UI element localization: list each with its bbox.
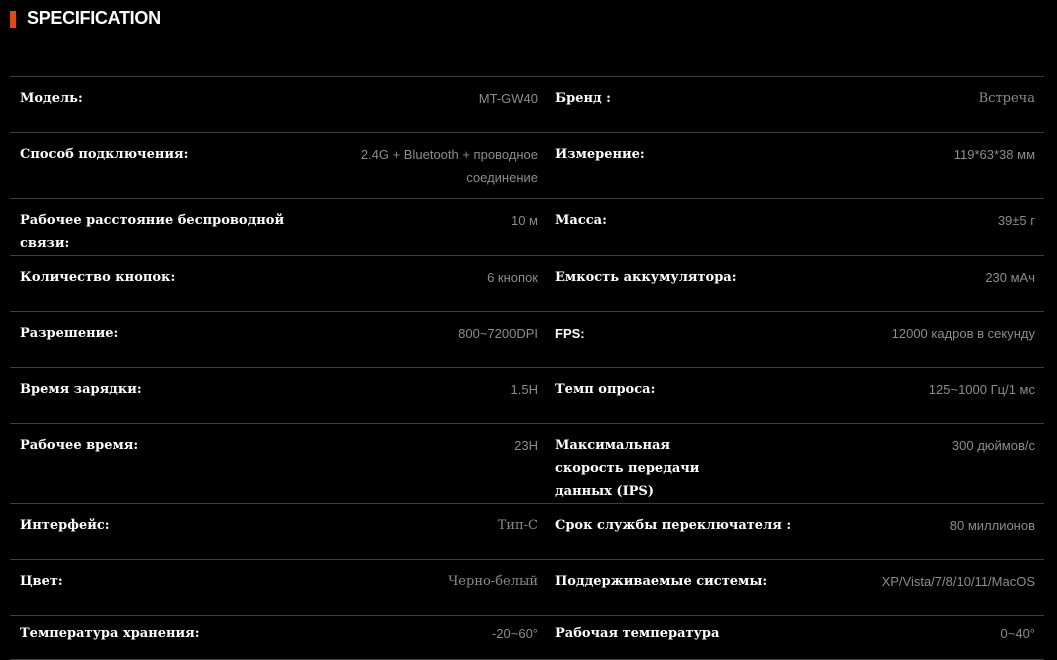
spec-label: Максимальная скорость передачи данных (I… (555, 438, 700, 499)
table-row: Рабочее время: 23H Максимальная скорость… (10, 423, 1044, 504)
spec-value: 80 миллионов (796, 503, 1044, 560)
table-row: Рабочее расстояние беспроводной связи: 1… (10, 198, 1044, 256)
spec-label: Масса: (546, 198, 796, 256)
table-row: Способ подключения: 2.4G + Bluetooth + п… (10, 132, 1044, 199)
spec-label: Количество кнопок: (10, 255, 310, 312)
spec-value: 23H (310, 423, 546, 504)
spec-value: Тип-C (310, 503, 546, 560)
spec-value: Черно-белый (310, 559, 546, 616)
section-title: SPECIFICATION (27, 7, 161, 28)
spec-value: 6 кнопок (310, 255, 546, 312)
spec-label: Рабочее расстояние беспроводной связи: (10, 198, 310, 256)
table-row: Интерфейс: Тип-C Срок службы переключате… (10, 503, 1044, 560)
spec-label: FPS: (546, 311, 796, 368)
spec-value: 119*63*38 мм (796, 132, 1044, 199)
table-row: Цвет: Черно-белый Поддерживаемые системы… (10, 559, 1044, 616)
spec-label: Модель: (10, 76, 310, 133)
spec-label: Способ подключения: (10, 132, 310, 199)
spec-value: XP/Vista/7/8/10/11/MacOS (796, 559, 1044, 616)
spec-label: Разрешение: (10, 311, 310, 368)
spec-value: -20~60° (310, 615, 546, 660)
spec-label: Темп опроса: (546, 367, 796, 424)
spec-value: 800~7200DPI (310, 311, 546, 368)
spec-label: Емкость аккумулятора: (546, 255, 796, 312)
table-row: Модель: MT-GW40 Бренд : Встреча (10, 76, 1044, 133)
spec-value: 39±5 г (796, 198, 1044, 256)
spec-label: Интерфейс: (10, 503, 310, 560)
spec-value: MT-GW40 (310, 76, 546, 133)
spec-label: Время зарядки: (10, 367, 310, 424)
accent-bar (10, 11, 16, 28)
spec-header: SPECIFICATION (10, 6, 161, 30)
table-row: Время зарядки: 1.5H Темп опроса: 125~100… (10, 367, 1044, 424)
spec-label: Цвет: (10, 559, 310, 616)
spec-value: Встреча (796, 76, 1044, 133)
spec-value: 1.5H (310, 367, 546, 424)
table-row: Количество кнопок: 6 кнопок Емкость акку… (10, 255, 1044, 312)
table-row: Температура хранения: -20~60° Рабочая те… (10, 615, 1044, 660)
spec-value: 0~40° (796, 615, 1044, 660)
spec-label: Измерение: (546, 132, 796, 199)
spec-table: Модель: MT-GW40 Бренд : Встреча Способ п… (10, 76, 1044, 660)
spec-label: Срок службы переключателя : (546, 503, 796, 560)
spec-value: 12000 кадров в секунду (796, 311, 1044, 368)
spec-label: Бренд : (546, 76, 796, 133)
spec-value: 10 м (310, 198, 546, 256)
spec-value: 300 дюймов/с (796, 423, 1044, 504)
spec-value: 125~1000 Гц/1 мс (796, 367, 1044, 424)
spec-label: Рабочая температура (546, 615, 796, 660)
spec-value: 230 мАч (796, 255, 1044, 312)
spec-label: Температура хранения: (10, 615, 310, 660)
spec-label: Поддерживаемые системы: (546, 559, 796, 616)
spec-value: 2.4G + Bluetooth + проводное соединение (360, 147, 538, 185)
table-row: Разрешение: 800~7200DPI FPS: 12000 кадро… (10, 311, 1044, 368)
spec-label: Рабочее время: (10, 423, 310, 504)
